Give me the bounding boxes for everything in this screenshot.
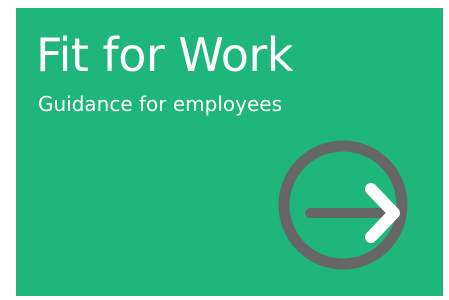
fit-for-work-card[interactable]: Fit for Work Guidance for employees <box>16 8 443 296</box>
card-title: Fit for Work <box>36 28 293 82</box>
card-subtitle: Guidance for employees <box>38 92 283 116</box>
arrow-right-circle-icon[interactable] <box>268 130 418 280</box>
